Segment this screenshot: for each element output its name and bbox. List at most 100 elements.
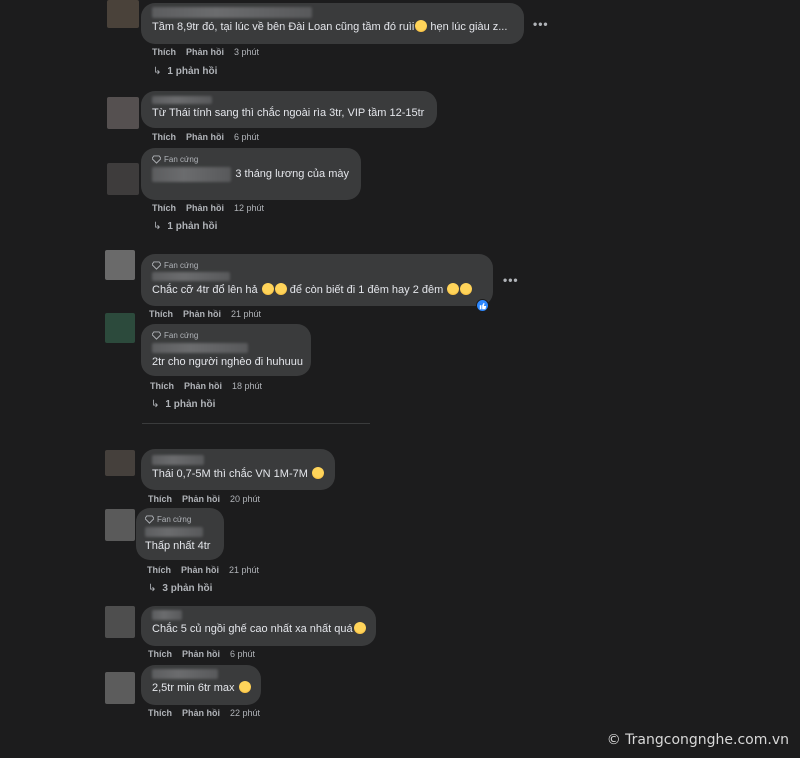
diamond-icon (145, 515, 154, 524)
comment-text: Thấp nhất 4tr (145, 540, 211, 552)
crying-emoji-icon (447, 283, 460, 295)
comment-actions: Thích Phản hồi 6 phút (148, 649, 255, 659)
comment-bubble: Fan cứng Thấp nhất 4tr (136, 508, 224, 560)
like-button[interactable]: Thích (152, 47, 176, 57)
timestamp: 21 phút (231, 309, 262, 319)
comment-actions: Thích Phản hồi 20 phút (148, 494, 260, 504)
like-button[interactable]: Thích (147, 565, 171, 575)
comment-text: Thái 0,7-5M thì chắc VN 1M-7M (152, 467, 324, 482)
author-name[interactable] (152, 669, 218, 679)
reply-arrow-icon: ↳ (153, 221, 162, 232)
reply-button[interactable]: Phản hồi (183, 309, 221, 319)
fan-badge: Fan cứng (152, 154, 349, 165)
like-button[interactable]: Thích (150, 381, 174, 391)
reply-arrow-icon: ↳ (151, 399, 160, 410)
view-replies-link[interactable]: ↳ 3 phản hồi (148, 583, 212, 594)
comment-actions: Thích Phản hồi 6 phút (152, 132, 259, 142)
diamond-icon (152, 155, 161, 164)
thinking-emoji-icon (311, 467, 324, 479)
timestamp: 6 phút (230, 649, 256, 659)
comment-bubble: Thái 0,7-5M thì chắc VN 1M-7M (141, 449, 335, 490)
author-name[interactable] (152, 167, 232, 182)
avatar[interactable] (105, 250, 135, 280)
author-name[interactable] (152, 96, 212, 104)
view-replies-link[interactable]: ↳ 1 phản hồi (153, 221, 217, 232)
author-name[interactable] (145, 527, 203, 537)
sad-emoji-icon (415, 20, 428, 32)
timestamp: 3 phút (234, 47, 260, 57)
timestamp: 12 phút (234, 203, 265, 213)
laughing-emoji-icon (261, 283, 274, 295)
comment-text: 3 tháng lương của mày (235, 168, 349, 180)
reply-button[interactable]: Phản hồi (186, 203, 224, 213)
avatar[interactable] (107, 163, 139, 195)
reply-button[interactable]: Phản hồi (182, 649, 220, 659)
comment-text: Chắc 5 củ ngồi ghế cao nhất xa nhất quá (152, 622, 366, 637)
sad-emoji-icon (238, 681, 251, 693)
reply-arrow-icon: ↳ (153, 66, 162, 77)
author-name[interactable] (152, 272, 230, 281)
reply-button[interactable]: Phản hồi (186, 132, 224, 142)
comment-bubble: Fan cứng Chắc cỡ 4tr đổ lên hả để còn bi… (141, 254, 493, 306)
comment-bubble: Fan cứng 3 tháng lương của mày (141, 148, 361, 200)
timestamp: 21 phút (229, 565, 260, 575)
comment-text: 2,5tr min 6tr max (152, 681, 251, 696)
avatar[interactable] (105, 672, 135, 704)
timestamp: 18 phút (232, 381, 263, 391)
comment-bubble: Tầm 8,9tr đó, tại lúc về bên Đài Loan cũ… (141, 3, 524, 44)
comment-actions: Thích Phản hồi 22 phút (148, 708, 260, 718)
comment-actions: Thích Phản hồi 18 phút (150, 381, 262, 391)
fan-badge: Fan cứng (145, 514, 216, 525)
comment-actions: Thích Phản hồi 3 phút (152, 47, 259, 57)
comment-text: Chắc cỡ 4tr đổ lên hả để còn biết đi 1 đ… (152, 283, 481, 298)
laughing-emoji-icon (274, 283, 287, 295)
timestamp: 20 phút (230, 494, 261, 504)
avatar[interactable] (105, 313, 135, 343)
avatar[interactable] (107, 0, 139, 28)
comment-actions: Thích Phản hồi 21 phút (147, 565, 259, 575)
avatar[interactable] (107, 97, 139, 129)
like-button[interactable]: Thích (149, 309, 173, 319)
more-options-icon[interactable]: ••• (533, 17, 549, 31)
comment-text: Tầm 8,9tr đó, tại lúc về bên Đài Loan cũ… (152, 20, 508, 33)
avatar[interactable] (105, 450, 135, 476)
reply-button[interactable]: Phản hồi (181, 565, 219, 575)
thread-divider (142, 423, 370, 424)
reply-button[interactable]: Phản hồi (184, 381, 222, 391)
reply-arrow-icon: ↳ (148, 583, 157, 594)
author-name[interactable] (152, 610, 182, 620)
more-options-icon[interactable]: ••• (503, 273, 519, 287)
comment-text: Từ Thái tính sang thì chắc ngoài rìa 3tr… (152, 107, 425, 119)
reply-button[interactable]: Phản hồi (186, 47, 224, 57)
diamond-icon (152, 261, 161, 270)
comment-actions: Thích Phản hồi 12 phút (152, 203, 264, 213)
reply-button[interactable]: Phản hồi (182, 708, 220, 718)
diamond-icon (152, 331, 161, 340)
comment-text: 2tr cho người nghèo đi huhuuu (152, 356, 303, 368)
comment-bubble: 2,5tr min 6tr max (141, 665, 261, 705)
avatar[interactable] (105, 509, 135, 541)
like-button[interactable]: Thích (148, 649, 172, 659)
sad-emoji-icon (353, 622, 366, 634)
author-name[interactable] (152, 455, 204, 465)
like-button[interactable]: Thích (152, 203, 176, 213)
comment-actions: Thích Phản hồi 21 phút (149, 309, 261, 319)
fan-badge: Fan cứng (152, 330, 299, 341)
view-replies-link[interactable]: ↳ 1 phản hồi (153, 66, 217, 77)
view-replies-link[interactable]: ↳ 1 phản hồi (151, 399, 215, 410)
watermark: © Trangcongnghe.com.vn (606, 732, 789, 748)
fan-badge: Fan cứng (152, 260, 481, 271)
crying-emoji-icon (460, 283, 473, 295)
like-button[interactable]: Thích (148, 494, 172, 504)
like-button[interactable]: Thích (148, 708, 172, 718)
timestamp: 6 phút (234, 132, 260, 142)
like-reaction-icon[interactable] (476, 299, 489, 312)
comment-bubble: Từ Thái tính sang thì chắc ngoài rìa 3tr… (141, 91, 437, 128)
author-name[interactable] (152, 7, 312, 18)
author-name[interactable] (152, 343, 248, 353)
reply-button[interactable]: Phản hồi (182, 494, 220, 504)
avatar[interactable] (105, 606, 135, 638)
timestamp: 22 phút (230, 708, 261, 718)
like-button[interactable]: Thích (152, 132, 176, 142)
comment-bubble: Chắc 5 củ ngồi ghế cao nhất xa nhất quá (141, 606, 376, 646)
